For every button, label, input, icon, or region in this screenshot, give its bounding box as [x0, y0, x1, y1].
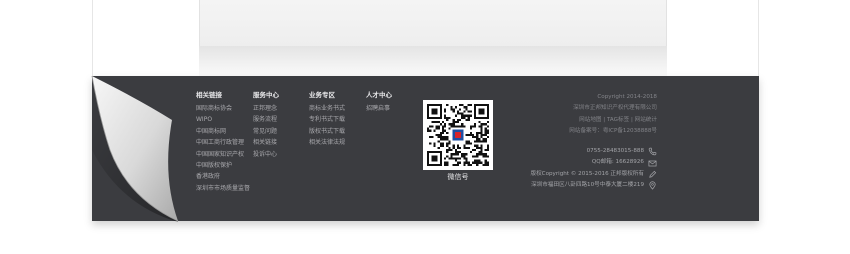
mail-icon: [648, 159, 657, 168]
address-text: 深圳市福田区八卦四路10号中泰大厦二楼219: [531, 182, 644, 189]
content-panel-shadow: [199, 46, 667, 76]
footer-link[interactable]: 专利书式下载: [309, 114, 345, 125]
footer-link[interactable]: 中国版权保护: [196, 160, 250, 171]
footer-link[interactable]: 常见问题: [253, 126, 279, 137]
phone-number: 0755-28483015-888: [586, 148, 644, 154]
footer-link[interactable]: 中国工商行政管理: [196, 137, 250, 148]
footer-col-service: 服务中心 正邦理念 服务流程 常见问题 相关链接 投诉中心: [253, 90, 279, 160]
footer-col-title: 人才中心: [366, 91, 392, 99]
copyright-years: Copyright 2014-2018: [597, 94, 657, 100]
footer-link[interactable]: 中国商标网: [196, 126, 250, 137]
footer-col-links: 相关链接 国际商标协会 WIPO 中国商标网 中国工商行政管理 中国国家知识产权…: [196, 90, 250, 194]
footer-copyright-block: Copyright 2014-2018 深圳市正邦知识产权代理有限公司 网站地图…: [457, 92, 657, 138]
footer-col-title: 服务中心: [253, 91, 279, 99]
footer-contact-block: 0755-28483015-888 QQ邮箱: 16628926 版权Copyr…: [427, 146, 657, 192]
footer-link[interactable]: 相关法律法规: [309, 137, 345, 148]
footer-link[interactable]: 服务流程: [253, 114, 279, 125]
location-pin-icon: [648, 181, 657, 191]
site-footer: 相关链接 国际商标协会 WIPO 中国商标网 中国工商行政管理 中国国家知识产权…: [92, 76, 759, 221]
contact-phone: 0755-28483015-888: [427, 146, 657, 157]
footer-link[interactable]: 商标业务书式: [309, 103, 345, 114]
footer-link[interactable]: 招聘启事: [366, 103, 392, 114]
footer-col-title: 相关链接: [196, 91, 222, 99]
footer-link[interactable]: WIPO: [196, 114, 250, 125]
footer-link[interactable]: 相关链接: [253, 137, 279, 148]
footer-col-talent: 人才中心 招聘启事: [366, 90, 392, 114]
footer-link[interactable]: 国际商标协会: [196, 103, 250, 114]
phone-icon: [648, 147, 657, 156]
footer-link[interactable]: 香港政府: [196, 171, 250, 182]
content-panel: [199, 0, 667, 47]
edit-icon: [648, 170, 657, 179]
footer-link[interactable]: 版权书式下载: [309, 126, 345, 137]
site-links[interactable]: 网站地图 | TAG标签 | 网站统计: [457, 115, 657, 126]
contact-address: 深圳市福田区八卦四路10号中泰大厦二楼219: [427, 180, 657, 191]
company-name: 深圳市正邦知识产权代理有限公司: [573, 105, 657, 112]
contact-copyright: 版权Copyright © 2015-2016 正邦版权所有: [427, 169, 657, 180]
footer-link[interactable]: 中国国家知识产权: [196, 149, 250, 160]
footer-col-title: 业务专区: [309, 91, 335, 99]
contact-qq: QQ邮箱: 16628926: [427, 157, 657, 168]
footer-link[interactable]: 正邦理念: [253, 103, 279, 114]
qq-email: QQ邮箱: 16628926: [591, 159, 644, 166]
footer-link[interactable]: 投诉中心: [253, 149, 279, 160]
icp-record: 网站备案号：粤ICP备12038888号: [569, 128, 657, 135]
footer-col-business: 业务专区 商标业务书式 专利书式下载 版权书式下载 相关法律法规: [309, 90, 345, 149]
footer-link[interactable]: 深圳市市场质量监督: [196, 183, 250, 194]
copyright-text: 版权Copyright © 2015-2016 正邦版权所有: [530, 170, 644, 177]
